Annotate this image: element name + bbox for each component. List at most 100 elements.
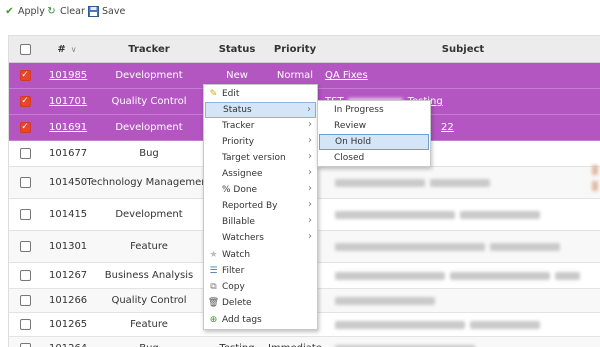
tracker-cell: Development <box>115 70 183 81</box>
chevron-right-icon: › <box>308 119 312 130</box>
menu-item-status[interactable]: Status › <box>205 102 316 118</box>
redacted-text <box>335 271 445 280</box>
reload-icon: ↻ <box>47 6 56 17</box>
tracker-cell: Feature <box>130 319 168 330</box>
column-header-tracker[interactable]: Tracker <box>93 36 205 62</box>
menu-item-tracker[interactable]: Tracker › <box>205 118 316 134</box>
redacted-text <box>335 320 465 329</box>
chevron-right-icon: › <box>308 231 312 242</box>
row-checkbox[interactable] <box>19 319 31 330</box>
chevron-right-icon: › <box>308 151 312 162</box>
tracker-cell: Feature <box>130 241 168 252</box>
menu-item-filter[interactable]: ☰ Filter <box>205 263 316 279</box>
row-checkbox[interactable] <box>19 241 31 252</box>
menu-item-watchers[interactable]: Watchers › <box>205 230 316 246</box>
menu-item-delete[interactable]: 🗑 Delete <box>205 295 316 311</box>
row-checkbox[interactable] <box>19 177 31 188</box>
menu-item-edit[interactable]: ✎ Edit <box>205 86 316 102</box>
status-cell: Testing <box>205 337 269 347</box>
redacted-text <box>335 210 455 219</box>
status-option-closed[interactable]: Closed <box>319 150 429 166</box>
priority-cell: Immediate <box>268 337 322 347</box>
menu-item-billable[interactable]: Billable › <box>205 214 316 230</box>
redacted-text <box>335 242 485 251</box>
menu-item-target-version[interactable]: Target version › <box>205 150 316 166</box>
row-checkbox[interactable] <box>19 148 31 159</box>
chevron-right-icon: › <box>308 135 312 146</box>
chevron-right-icon: › <box>307 104 311 115</box>
status-option-in-progress[interactable]: In Progress <box>319 102 429 118</box>
menu-item-done[interactable]: % Done › <box>205 182 316 198</box>
issue-id-link[interactable]: 101415 <box>41 199 93 230</box>
column-header-status[interactable]: Status <box>205 36 269 62</box>
redacted-text <box>460 210 540 219</box>
redacted-edge <box>592 165 598 175</box>
menu-item-reported-by[interactable]: Reported By › <box>205 198 316 214</box>
filter-list-icon: ☰ <box>209 265 218 276</box>
chevron-right-icon: › <box>308 215 312 226</box>
row-checkbox[interactable] <box>19 343 31 347</box>
issue-id-link[interactable]: 101301 <box>41 231 93 262</box>
issue-id-link[interactable]: 101266 <box>41 289 93 312</box>
tracker-cell: Development <box>115 122 183 133</box>
query-toolbar: ✔ Apply ↻ Clear Save <box>0 0 600 26</box>
tracker-cell: Business Analysis <box>104 270 194 281</box>
tracker-cell: Quality Control <box>111 96 187 107</box>
subject-link[interactable]: QA Fixes <box>325 70 368 81</box>
clear-button[interactable]: ↻ Clear <box>46 6 85 17</box>
row-checkbox[interactable]: ✓ <box>19 96 31 107</box>
issue-id-link[interactable]: 101691 <box>49 122 87 133</box>
issue-id-link[interactable]: 101267 <box>41 263 93 288</box>
column-header-priority[interactable]: Priority <box>269 36 321 62</box>
redacted-text <box>450 271 550 280</box>
status-option-review[interactable]: Review <box>319 118 429 134</box>
redacted-text <box>335 178 425 187</box>
row-checkbox[interactable]: ✓ <box>19 70 31 81</box>
row-checkbox[interactable] <box>19 270 31 281</box>
column-header-subject[interactable]: Subject <box>321 36 600 62</box>
menu-item-add-tags[interactable]: ⊕ Add tags <box>205 312 316 328</box>
redacted-text <box>490 242 560 251</box>
redacted-edge <box>592 181 598 191</box>
row-checkbox[interactable] <box>19 209 31 220</box>
checkmark-icon: ✔ <box>5 6 14 17</box>
copy-icon: ⧉ <box>210 281 217 292</box>
menu-item-assignee[interactable]: Assignee › <box>205 166 316 182</box>
menu-item-watch[interactable]: ★ Watch <box>205 247 316 263</box>
redacted-text <box>555 271 580 280</box>
tracker-cell: Development <box>115 209 183 220</box>
row-checkbox[interactable]: ✓ <box>19 122 31 133</box>
menu-item-priority[interactable]: Priority › <box>205 134 316 150</box>
star-icon: ★ <box>209 249 218 260</box>
row-checkbox[interactable] <box>19 295 31 306</box>
table-header: # ∨ Tracker Status Priority Subject <box>9 36 600 63</box>
tracker-cell: Quality Control <box>111 295 187 306</box>
apply-button[interactable]: ✔ Apply <box>4 6 45 17</box>
issue-id-link[interactable]: 101701 <box>49 96 87 107</box>
status-option-on-hold[interactable]: On Hold <box>319 134 429 150</box>
issue-id-link[interactable]: 101677 <box>41 141 93 166</box>
status-submenu: In Progress Review On Hold Closed <box>317 100 431 167</box>
chevron-right-icon: › <box>308 199 312 210</box>
save-icon <box>88 6 99 17</box>
pencil-icon: ✎ <box>209 88 218 99</box>
tracker-cell: Technology Management <box>86 177 212 188</box>
subject-link-tail[interactable]: 22 <box>441 122 454 133</box>
tracker-cell: Bug <box>93 337 205 347</box>
redacted-text <box>335 296 435 305</box>
menu-item-copy[interactable]: ⧉ Copy <box>205 279 316 295</box>
redacted-text <box>470 320 540 329</box>
issue-id-link[interactable]: 101265 <box>41 313 93 336</box>
issue-id-link[interactable]: 101264 <box>41 337 93 347</box>
table-row[interactable]: 101264 Bug Testing Immediate <box>9 337 600 347</box>
sort-chevron-icon: ∨ <box>70 44 77 54</box>
issue-id-link[interactable]: 101985 <box>49 70 87 81</box>
chevron-right-icon: › <box>308 167 312 178</box>
save-button[interactable]: Save <box>88 6 125 17</box>
issue-context-menu: ✎ Edit Status › Tracker › Priority › Tar… <box>203 84 318 330</box>
tracker-cell: Bug <box>139 148 159 159</box>
select-all-checkbox[interactable] <box>19 43 31 55</box>
add-tag-icon: ⊕ <box>209 314 218 325</box>
redacted-text <box>430 178 490 187</box>
column-header-id[interactable]: # ∨ <box>41 36 93 62</box>
